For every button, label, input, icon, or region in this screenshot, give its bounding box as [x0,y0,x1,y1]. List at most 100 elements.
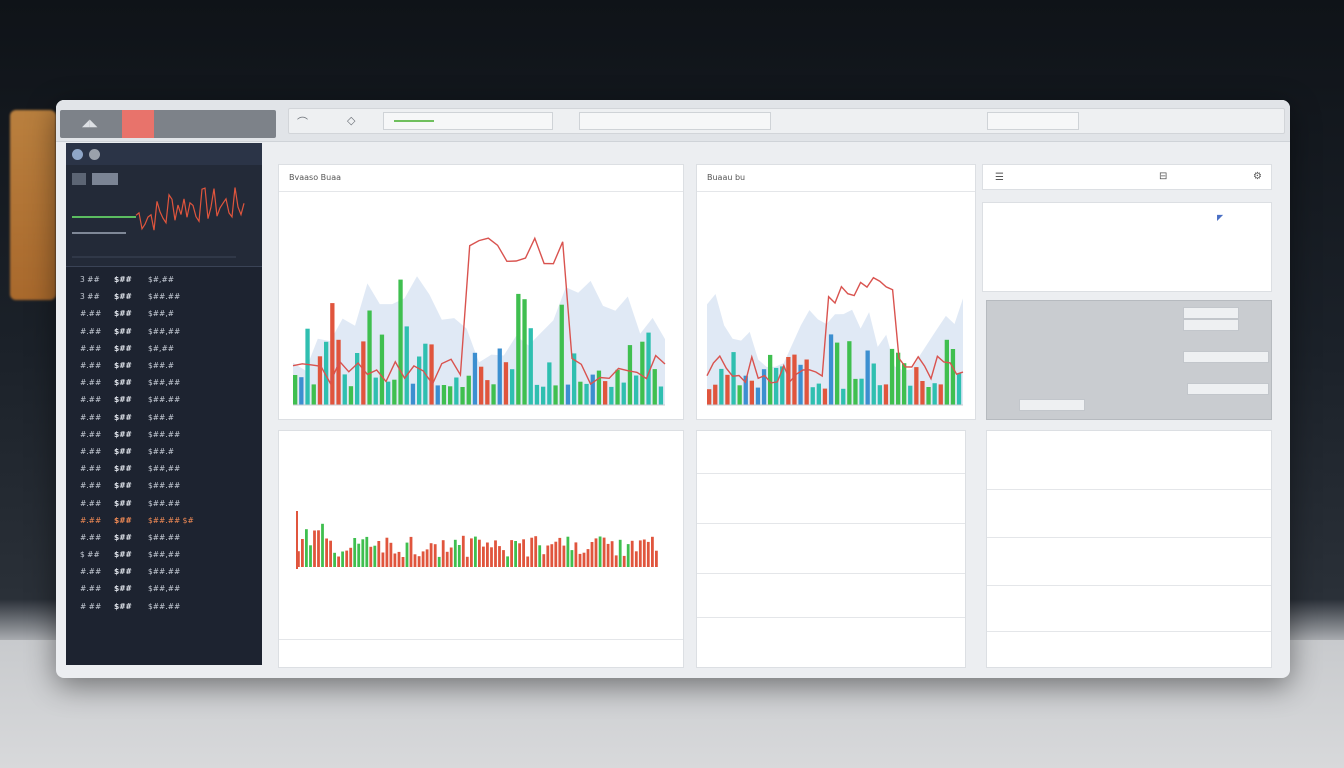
sidebar-cell-c2: $## [114,361,132,371]
sidebar-cell-c3: $##.# [148,446,175,456]
volume-bar [393,553,397,567]
volume-bar [602,537,606,567]
bar [534,384,540,405]
volume-bar [389,542,393,567]
bar [713,384,718,405]
bar [944,339,949,405]
volume-bar-chart [296,511,658,569]
volume-bar [514,541,517,567]
bar [871,363,876,405]
bar [373,377,378,405]
sidebar-row[interactable]: #.## $## $##,# [66,305,262,322]
sidebar-row[interactable]: #.## $## $##.## [66,426,262,443]
bar [652,369,657,405]
sidebar-row[interactable]: #.## $## $##,## [66,580,262,597]
chart-toggle-icon[interactable]: ⊟ [1159,171,1167,182]
bar [491,384,496,405]
bar [792,354,797,405]
volume-bar [626,544,630,567]
sidebar-row[interactable]: #.## $## $##.## [66,529,262,546]
sidebar-row[interactable]: #.## $## $##.## [66,477,262,494]
volume-bar [325,538,328,567]
volume-bar [630,540,634,567]
volume-bar [490,547,493,567]
order-pill[interactable] [1019,399,1085,411]
bar [466,375,471,405]
volume-bar [522,539,525,567]
volume-bar [465,556,469,567]
sidebar-row[interactable]: 3 ## $## $#,## [66,271,262,288]
volume-bar [550,544,554,567]
order-pill[interactable] [1183,307,1239,319]
order-pill[interactable] [1183,319,1239,331]
sidebar-row[interactable]: 3 ## $## $##.## [66,288,262,305]
volume-bar [594,538,598,567]
globe-icon[interactable] [72,148,83,160]
volume-bar [534,536,538,567]
brand-accent[interactable] [122,110,154,138]
sidebar-cell-c3: $#,## [148,275,175,285]
sidebar-row[interactable]: #.## $## $##.# [66,357,262,374]
sidebar-row[interactable]: $ ## $## $##,## [66,546,262,563]
bar [578,381,583,405]
bar [609,386,614,405]
volume-bar [361,539,365,567]
logo-icon: ◢◣ [82,118,98,129]
filter-input[interactable] [579,112,771,130]
bar [386,381,391,405]
volume-bar [558,537,562,567]
sidebar-cell-c2: $## [114,275,132,285]
sidebar-cell-c2: $## [114,464,132,474]
sidebar-row[interactable]: #.## $## $##.# [66,409,262,426]
bar [804,359,809,405]
panel-orders [986,300,1272,420]
sidebar-cell-c3: $##.## [148,567,181,577]
bar [883,384,889,405]
sidebar-row[interactable]: #.## $## $##.## [66,391,262,408]
flag-icon[interactable]: ◤ [1217,213,1223,222]
volume-bar [478,539,481,567]
sidebar-row[interactable]: #.## $## $##.## $# [66,512,262,529]
order-pill[interactable] [1183,351,1269,363]
bar [379,334,385,405]
volume-bar [433,544,437,567]
sidebar-cell-c2: $## [114,567,132,577]
sidebar-row[interactable]: #.## $## $#,## [66,340,262,357]
sidebar-row[interactable]: # ## $## $##.## [66,598,262,615]
volume-bar [542,554,546,567]
volume-bar [341,551,344,567]
bar [348,386,354,405]
volume-bar [369,546,373,567]
sidebar-cell-c3: $##.## [148,429,181,439]
sidebar-cell-c2: $## [114,498,132,508]
volume-bar [562,545,566,567]
search-input[interactable] [383,112,553,130]
bar [896,352,901,405]
order-pill[interactable] [1187,383,1269,395]
sidebar-row[interactable]: #.## $## $##.# [66,443,262,460]
volume-bar [429,543,433,567]
bar [454,377,459,405]
account-field[interactable] [987,112,1079,130]
top-bar: ◢◣ ⌒ ◇ [56,100,1290,142]
sidebar-row[interactable]: #.## $## $##,## [66,460,262,477]
diamond-icon[interactable]: ◇ [347,114,355,127]
bar [627,345,633,405]
sidebar-row[interactable]: #.## $## $##,## [66,323,262,340]
sidebar-row[interactable]: #.## $## $##.## [66,563,262,580]
volume-bar [437,556,441,567]
arrow-icon[interactable]: ⌒ [297,114,308,130]
menu-icon[interactable]: ☰ [995,172,1004,183]
user-icon[interactable] [89,148,100,160]
sidebar-row[interactable]: #.## $## $##,## [66,374,262,391]
bar [417,356,422,405]
volume-bar [614,555,618,567]
bar [404,326,409,405]
gear-icon[interactable]: ⚙ [1253,171,1262,182]
bar [755,387,761,405]
volume-bar [333,552,336,567]
volume-bar [655,550,658,567]
sidebar-row[interactable]: #.## $## $##.## [66,494,262,511]
bar [441,385,447,405]
sidebar-cell-c2: $## [114,481,132,491]
